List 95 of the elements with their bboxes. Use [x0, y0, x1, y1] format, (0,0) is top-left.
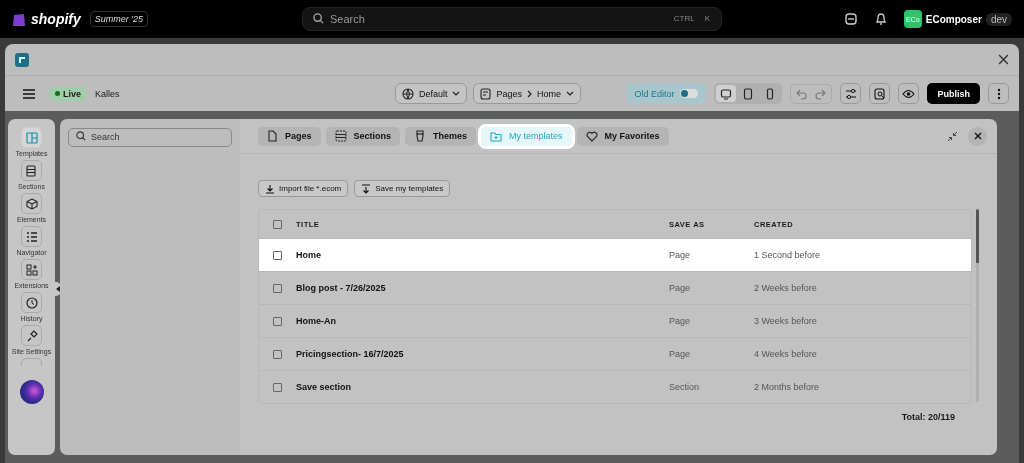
download-icon — [265, 183, 275, 194]
save-templates-button[interactable]: Save my templates — [354, 180, 451, 197]
table-row[interactable]: Pricingsection- 16/7/2025 Page 4 Weeks before — [259, 338, 971, 371]
heart-icon — [585, 130, 598, 142]
table-cell-text: 2 Months before — [754, 382, 821, 392]
search-icon — [76, 131, 86, 141]
theme-dropdown[interactable]: Default — [394, 83, 468, 104]
caret-icon — [566, 91, 575, 96]
table-cell-text: 4 Weeks before — [754, 349, 818, 359]
folder-icon — [490, 130, 503, 142]
library-tab[interactable]: Sections — [325, 126, 401, 146]
rows-icon — [334, 130, 347, 142]
row-checkbox[interactable] — [273, 382, 282, 392]
layout-icon — [25, 131, 38, 144]
sliders-icon — [845, 87, 857, 100]
more-button[interactable] — [988, 83, 1009, 104]
table-cell-text: Page — [669, 283, 692, 293]
brush-icon — [25, 329, 38, 342]
library-tab[interactable]: Themes — [405, 126, 477, 146]
edition-badge: Summer '25 — [89, 11, 148, 27]
eye-icon — [902, 88, 916, 99]
table-cell-text: 2 Weeks before — [754, 283, 818, 293]
publish-button[interactable]: Publish — [927, 83, 980, 104]
file-icon — [267, 130, 278, 142]
clock-icon — [25, 296, 38, 309]
row-checkbox[interactable] — [273, 250, 282, 260]
library-tab[interactable]: Pages — [258, 126, 321, 146]
library-tab[interactable]: My Favorites — [576, 126, 669, 146]
table-cell-text: 3 Weeks before — [754, 316, 818, 326]
store-name: Kalles — [95, 88, 120, 99]
sidebar-item[interactable] — [21, 325, 42, 346]
row-checkbox[interactable] — [273, 283, 282, 293]
total-count: Total: 20/119 — [901, 412, 955, 422]
table-row[interactable]: Save section Section 2 Months before — [259, 371, 971, 403]
import-button[interactable]: Import file *.ecom — [258, 180, 349, 197]
close-icon — [973, 132, 982, 140]
table-cell-text: Home — [296, 250, 322, 260]
brand-name: shopify — [31, 11, 81, 27]
scrollbar[interactable] — [976, 209, 979, 402]
table-row[interactable]: Home Page 1 Second before — [259, 239, 971, 272]
table-row[interactable]: Blog post - 7/26/2025 Page 2 Weeks before — [259, 272, 971, 305]
shortcut-key: CTRL — [673, 14, 695, 23]
account-name: EComposer — [925, 13, 982, 25]
sidebar-item[interactable] — [21, 259, 42, 280]
select-all-checkbox[interactable] — [273, 219, 282, 229]
menu-icon[interactable] — [23, 88, 35, 99]
mobile-icon — [766, 87, 775, 100]
minimize-icon[interactable] — [947, 130, 958, 142]
collapse-handle[interactable] — [54, 282, 61, 296]
sidebar-item[interactable] — [21, 226, 42, 247]
table-cell-text: Save section — [296, 382, 353, 392]
app-logo-icon — [15, 52, 29, 67]
table-cell-text: Blog post - 7/26/2025 — [296, 283, 387, 293]
page-dropdown[interactable]: Pages Home — [473, 83, 582, 104]
desktop-view-button[interactable] — [716, 85, 737, 102]
shortcut-key: K — [704, 14, 710, 23]
table-row[interactable]: Home-An Page 3 Weeks before — [259, 305, 971, 338]
table-cell-text: Page — [669, 250, 692, 260]
more-icon — [996, 87, 1001, 100]
account-tag: dev — [985, 12, 1012, 26]
sidebar-item[interactable] — [21, 160, 42, 181]
table-cell-text: Page — [669, 316, 692, 326]
cube-icon — [25, 197, 38, 210]
table-cell-text: Home-An — [296, 316, 337, 326]
globe-icon — [401, 87, 414, 100]
close-button[interactable] — [968, 126, 987, 146]
search-icon — [313, 13, 324, 24]
sliders-button[interactable] — [840, 83, 862, 104]
page-icon — [480, 87, 492, 100]
desktop-icon — [720, 87, 733, 100]
row-checkbox[interactable] — [273, 349, 282, 359]
row-checkbox[interactable] — [273, 316, 282, 326]
download-icon — [361, 183, 372, 194]
bell-icon[interactable] — [873, 12, 888, 26]
table-cell-text: 1 Second before — [754, 250, 822, 260]
store-icon[interactable] — [843, 12, 858, 26]
brush-icon — [414, 130, 427, 142]
sidebar-item[interactable] — [21, 193, 42, 214]
preview-button[interactable] — [898, 83, 920, 104]
table-cell-text: Section — [669, 382, 701, 392]
caret-icon — [452, 91, 461, 96]
close-icon[interactable] — [998, 54, 1009, 65]
live-badge: Live — [49, 86, 87, 101]
page-search-icon — [874, 87, 886, 100]
tablet-icon — [743, 87, 754, 100]
apps-icon — [25, 263, 38, 276]
chevron-icon — [527, 89, 532, 98]
rows-icon — [25, 164, 38, 177]
sidebar-item[interactable] — [21, 292, 42, 313]
list-icon — [25, 230, 38, 243]
assistant-orb-icon[interactable] — [18, 379, 45, 405]
search-field[interactable]: Search — [68, 127, 232, 147]
table-cell-text: Page — [669, 349, 692, 359]
page-search-button[interactable] — [869, 83, 891, 104]
table-cell-text: Pricingsection- 16/7/2025 — [296, 349, 405, 359]
